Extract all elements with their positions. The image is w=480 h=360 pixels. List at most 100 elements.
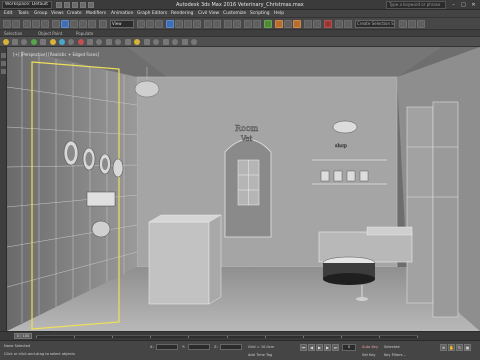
shapes-icon[interactable] [96,39,102,45]
rectangle-shape-icon[interactable] [125,39,131,45]
minimize-icon[interactable]: – [449,1,458,9]
maximize-icon[interactable]: □ [459,1,468,9]
circle-shape-icon[interactable] [115,39,121,45]
unlink-icon[interactable] [32,20,40,28]
display-icon[interactable] [182,39,188,45]
menu-civil-view[interactable]: Civil View [198,10,219,18]
ribbon-tab-populate[interactable]: Populate [76,30,93,37]
go-to-end-icon[interactable]: ⏭ [332,344,339,351]
x-coordinate-field[interactable] [156,344,178,350]
rectangular-selection-icon[interactable] [79,20,87,28]
maximize-viewport-icon[interactable] [417,20,425,28]
redo-button[interactable] [12,20,20,28]
search-input[interactable]: Type a keyword or phrase [386,1,446,9]
key-filters-button[interactable]: Key Filters... [384,353,406,357]
plane-icon[interactable] [31,39,37,45]
move-icon[interactable] [99,20,107,28]
zoom-icon[interactable]: ⊕ [440,344,447,351]
angle-snap-icon[interactable] [175,20,183,28]
motion-icon[interactable] [172,39,178,45]
reference-coordinate-dropdown[interactable]: View [110,20,134,28]
menu-modifiers[interactable]: Modifiers [86,10,106,18]
line-icon[interactable] [106,39,112,45]
selection-set-dropdown[interactable]: Create Selection Se [355,20,395,28]
cylinder-icon[interactable] [21,39,27,45]
menu-views[interactable]: Views [51,10,64,18]
modifier-icon[interactable] [153,39,159,45]
menu-rendering[interactable]: Rendering [171,10,193,18]
schematic-view-icon[interactable] [253,20,261,28]
menu-group[interactable]: Group [34,10,47,18]
menu-graph-editors[interactable]: Graph Editors [137,10,167,18]
save-file-icon[interactable] [72,2,78,8]
sidebar-select-icon[interactable] [1,53,6,58]
ribbon-tab-object-paint[interactable]: Object Paint [38,30,62,37]
redo-icon[interactable] [88,2,94,8]
auto-key-button[interactable]: Auto Key [362,345,378,349]
editable-poly-icon[interactable] [144,39,150,45]
mirror-icon[interactable] [204,20,212,28]
hierarchy-icon[interactable] [163,39,169,45]
orbit-icon[interactable]: ↻ [456,344,463,351]
torus-icon[interactable] [40,39,46,45]
snap-options-icon[interactable] [324,20,332,28]
snap-toggle-icon[interactable] [166,20,174,28]
sphere-icon[interactable] [3,39,9,45]
light-icon[interactable] [50,39,56,45]
spacewarp-icon[interactable] [78,39,84,45]
render-production-icon[interactable] [293,20,301,28]
next-frame-icon[interactable]: ▶ [324,344,331,351]
menu-help[interactable]: Help [274,10,284,18]
open-file-icon[interactable] [64,2,70,8]
play-icon[interactable]: ▶ [316,344,323,351]
rotate-icon[interactable] [146,20,154,28]
z-coordinate-field[interactable] [220,344,242,350]
rendered-frame-window-icon[interactable] [284,20,292,28]
link-icon[interactable] [23,20,31,28]
menu-scripting[interactable]: Scripting [250,10,270,18]
select-object-icon[interactable] [61,20,69,28]
menu-tools[interactable]: Tools [18,10,29,18]
pivot-center-icon[interactable] [137,20,145,28]
selected-dropdown[interactable]: Selected [384,345,400,349]
menu-create[interactable]: Create [67,10,82,18]
align-icon[interactable] [213,20,221,28]
utilities-icon[interactable] [191,39,197,45]
material-editor-icon[interactable] [264,20,272,28]
menu-animation[interactable]: Animation [111,10,133,18]
perspective-viewport[interactable]: Room Vet shop [+] [Perspective] [Realist… [6,47,480,331]
window-crossing-icon[interactable] [88,20,96,28]
spinner-snap-icon[interactable] [193,20,201,28]
close-icon[interactable]: ✕ [469,1,478,9]
go-to-start-icon[interactable]: ⏮ [300,344,307,351]
previous-frame-icon[interactable]: ◀ [308,344,315,351]
bind-spacewarp-icon[interactable] [41,20,49,28]
systems-icon[interactable] [87,39,93,45]
timeline-track[interactable] [36,335,418,338]
set-key-button[interactable]: Set Key [362,353,376,357]
undo-icon[interactable] [80,2,86,8]
scale-icon[interactable] [155,20,163,28]
selection-filter-icon[interactable] [52,20,60,28]
layer-explorer-icon[interactable] [224,20,232,28]
time-slider[interactable]: 0 / 100 [14,333,32,339]
camera-icon[interactable] [59,39,65,45]
sidebar-layer-icon[interactable] [1,69,6,74]
scene-explorer-icon[interactable] [399,20,407,28]
helper-icon[interactable] [68,39,74,45]
toggle-ribbon-icon[interactable] [233,20,241,28]
select-by-name-icon[interactable] [70,20,78,28]
workspace-dropdown[interactable]: Workspace: Default [2,1,52,9]
quad-menu-icon[interactable] [408,20,416,28]
add-time-tag[interactable]: Add Time Tag [248,353,272,357]
box-icon[interactable] [12,39,18,45]
y-coordinate-field[interactable] [188,344,210,350]
render-setup-icon[interactable] [275,20,283,28]
sidebar-display-icon[interactable] [1,61,6,66]
undo-button[interactable] [3,20,11,28]
lock-selection-icon[interactable] [335,20,343,28]
ribbon-tab-selection[interactable]: Selection [4,30,22,37]
new-file-icon[interactable] [56,2,62,8]
menu-customize[interactable]: Customize [223,10,246,18]
edit-named-selection-icon[interactable] [313,20,321,28]
